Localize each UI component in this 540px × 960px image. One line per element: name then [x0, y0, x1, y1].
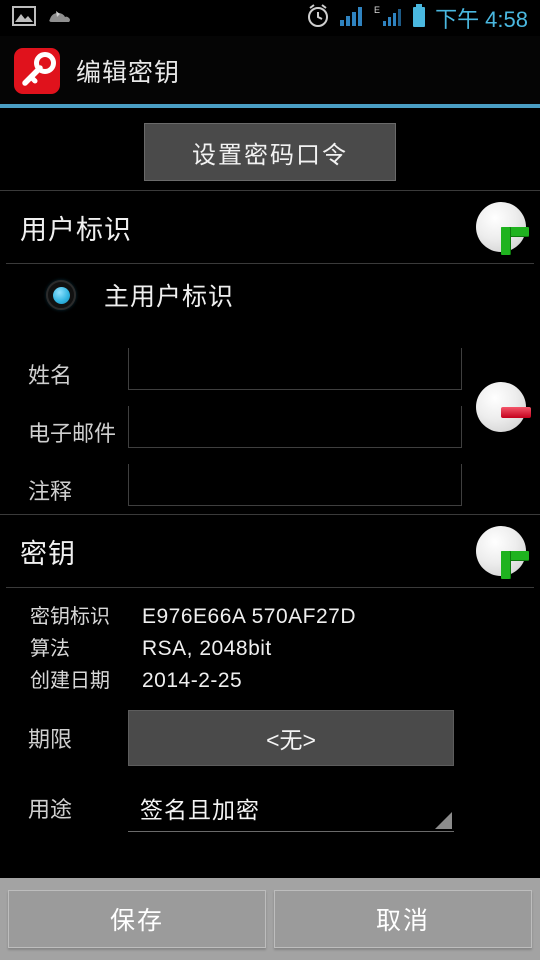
remove-userid-button[interactable]: [476, 382, 531, 432]
creation-date-row: 创建日期 2014-2-25: [30, 664, 540, 692]
passphrase-row: 设置密码口令: [0, 108, 540, 181]
algorithm-row: 算法 RSA, 2048bit: [30, 632, 540, 660]
main-content: 设置密码口令 用户标识 主用户标识 姓名 电子邮件 注释 密钥 密钥标识 E97…: [0, 108, 540, 878]
add-key-button[interactable]: [476, 526, 529, 579]
key-icon: [14, 48, 60, 94]
bottom-action-bar: 保存 取消: [0, 878, 540, 960]
name-input[interactable]: [128, 348, 462, 390]
edge-data-icon: E: [373, 4, 403, 33]
email-field-label: 电子邮件: [28, 421, 117, 446]
email-field-row: 电子邮件: [0, 390, 540, 448]
page-title: 编辑密钥: [76, 59, 181, 87]
signal-bars-icon: [339, 5, 365, 32]
key-id-row: 密钥标识 E976E66A 570AF27D: [30, 600, 540, 628]
comment-field-row: 注释: [0, 448, 540, 506]
expiry-label: 期限: [28, 727, 73, 752]
battery-icon: [411, 3, 427, 33]
image-icon: [12, 5, 36, 31]
status-bar-notifications: [0, 5, 72, 31]
key-section-title: 密钥: [20, 538, 76, 569]
add-userid-button[interactable]: [476, 202, 529, 255]
radio-selected-dot: [52, 286, 70, 304]
usage-label: 用途: [28, 797, 73, 822]
name-field-row: 姓名: [0, 332, 540, 390]
set-passphrase-button[interactable]: 设置密码口令: [144, 123, 396, 181]
primary-userid-radio-row[interactable]: 主用户标识: [0, 264, 540, 326]
key-details: 密钥标识 E976E66A 570AF27D 算法 RSA, 2048bit 创…: [0, 588, 540, 700]
app-screen: E 下午 4:58 编辑密钥 设置密码口令 用户标识 主用户标识 姓名 电子邮件…: [0, 0, 540, 960]
dropdown-caret-icon: [435, 812, 452, 829]
comment-input[interactable]: [128, 464, 462, 506]
sync-icon: [46, 6, 72, 31]
userid-fields: 姓名 电子邮件 注释: [0, 326, 540, 514]
cancel-button[interactable]: 取消: [274, 890, 532, 948]
algorithm-value: RSA, 2048bit: [142, 637, 272, 660]
email-input[interactable]: [128, 406, 462, 448]
status-bar-clock: 下午 4:58: [435, 7, 528, 32]
name-field-label: 姓名: [28, 363, 73, 388]
expiry-button[interactable]: <无>: [128, 710, 454, 766]
primary-userid-label: 主用户标识: [104, 283, 235, 311]
usage-spinner[interactable]: 签名且加密: [128, 784, 454, 832]
key-id-label: 密钥标识: [30, 606, 110, 628]
creation-date-value: 2014-2-25: [142, 669, 243, 692]
alarm-clock-icon: [305, 3, 331, 34]
userid-section-title: 用户标识: [20, 214, 132, 245]
userid-section-header: 用户标识: [0, 191, 540, 263]
key-id-value: E976E66A 570AF27D: [142, 605, 356, 628]
comment-field-label: 注释: [28, 479, 73, 504]
expiry-row: 期限 <无>: [0, 706, 540, 770]
primary-userid-radio[interactable]: [46, 280, 76, 310]
status-bar: E 下午 4:58: [0, 0, 540, 36]
algorithm-label: 算法: [30, 638, 70, 660]
action-bar: 编辑密钥: [0, 36, 540, 106]
status-bar-system-icons: E 下午 4:58: [305, 2, 540, 34]
creation-date-label: 创建日期: [30, 670, 110, 692]
key-section-header: 密钥: [0, 515, 540, 587]
usage-value: 签名且加密: [140, 796, 260, 823]
save-button[interactable]: 保存: [8, 890, 266, 948]
usage-row: 用途 签名且加密: [0, 776, 540, 840]
svg-text:E: E: [374, 5, 380, 15]
